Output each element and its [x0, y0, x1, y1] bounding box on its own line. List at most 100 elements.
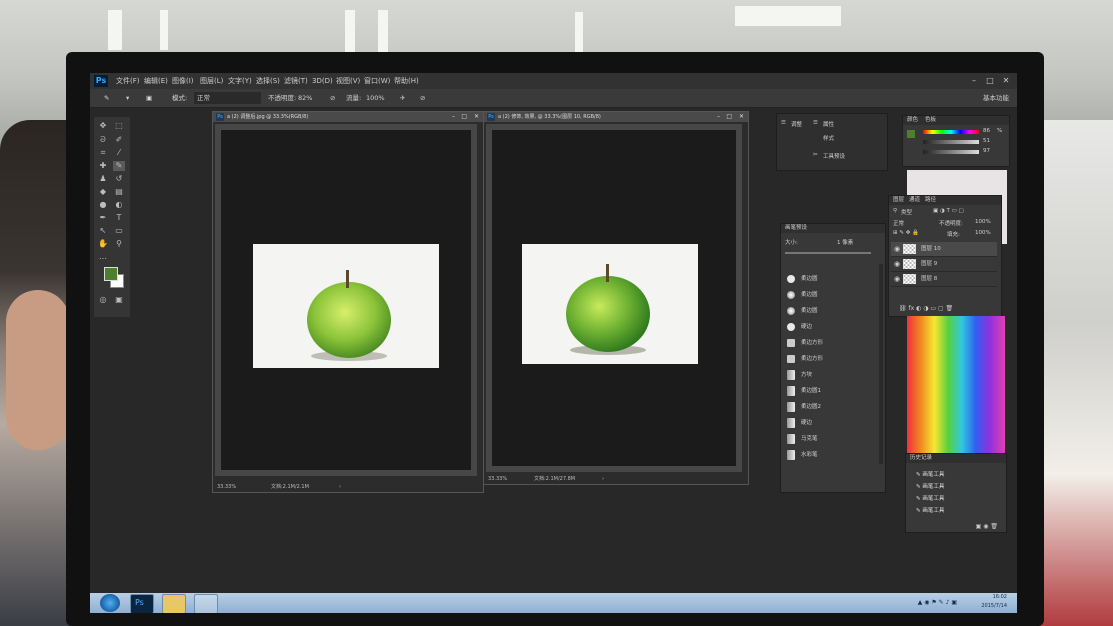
close-icon[interactable]: ✕ [999, 73, 1013, 89]
adjust-icon[interactable]: ☰ [781, 120, 786, 126]
history-state[interactable]: ✎ 画笔工具 [916, 470, 944, 480]
history-brush-tool-icon[interactable]: ↺ [113, 174, 125, 184]
brush-preset-item[interactable]: 硬边 [785, 320, 875, 335]
brush-preset-item[interactable]: 柔边方形 [785, 352, 875, 367]
canvas-area-1[interactable] [215, 124, 477, 476]
document-tab-1[interactable]: Ps a (2) 调整后.jpg @ 33.3%(RGB/8) – □ ✕ [213, 112, 483, 122]
workspace-select[interactable]: 基本功能 [983, 89, 1009, 107]
crop-tool-icon[interactable]: ⌗ [97, 148, 109, 158]
blur-tool-icon[interactable]: ● [97, 200, 109, 210]
tab-color[interactable]: 颜色 [907, 116, 918, 125]
move-tool-icon[interactable]: ✥ [97, 121, 109, 131]
tool-presets-icon[interactable]: ✂ [813, 152, 818, 158]
history-state[interactable]: ✎ 画笔工具 [916, 506, 944, 516]
document-window-1[interactable]: Ps a (2) 调整后.jpg @ 33.3%(RGB/8) – □ ✕ 33… [212, 111, 484, 493]
blend-mode-select[interactable]: 正常 [893, 219, 904, 227]
document-window-2[interactable]: Ps a (2) 修饰, 效果, @ 33.3%(图层 10, RGB/8) –… [483, 111, 749, 485]
color-slider-3[interactable] [923, 150, 979, 154]
properties-icon[interactable]: ☰ [813, 120, 818, 126]
tab-channels[interactable]: 通道 [909, 196, 920, 205]
brush-preset-item[interactable]: 水彩笔 [785, 448, 875, 463]
pressure-opacity-icon[interactable]: ⊘ [330, 89, 335, 107]
photoshop-taskbar-button[interactable]: Ps [130, 594, 154, 613]
brush-size-slider[interactable] [785, 252, 871, 254]
minimize-icon[interactable]: – [967, 73, 981, 89]
doc-close-icon[interactable]: ✕ [739, 112, 744, 122]
screen-mode-icon[interactable]: ▣ [113, 295, 125, 305]
brush-presets-title[interactable]: 画笔预设 [785, 224, 807, 233]
color-value-1[interactable]: 86 [983, 128, 990, 134]
tab-layers[interactable]: 图层 [893, 196, 904, 205]
menu-view[interactable]: 视图(V) [336, 73, 360, 89]
brush-preset-item[interactable]: 方块 [785, 368, 875, 383]
menu-layer[interactable]: 图层(L) [200, 73, 223, 89]
brush-preset-item[interactable]: 柔边圆1 [785, 384, 875, 399]
color-value-2[interactable]: 51 [983, 138, 990, 144]
pen-tool-icon[interactable]: ✒ [97, 213, 109, 223]
brush-preset-item[interactable]: 柔边圆 [785, 288, 875, 303]
menu-window[interactable]: 窗口(W) [364, 73, 390, 89]
layer-filter-icon[interactable]: ⚲ [893, 208, 897, 214]
properties-label[interactable]: 属性 [823, 120, 834, 128]
shape-tool-icon[interactable]: ▭ [113, 226, 125, 236]
styles-label[interactable]: 样式 [823, 134, 834, 142]
stamp-tool-icon[interactable]: ♟ [97, 174, 109, 184]
color-value-3[interactable]: 97 [983, 148, 990, 154]
menu-file[interactable]: 文件(F) [116, 73, 140, 89]
tab-swatches[interactable]: 色板 [925, 116, 936, 125]
menu-filter[interactable]: 滤镜(T) [284, 73, 308, 89]
brush-preset-item[interactable]: 柔边圆 [785, 304, 875, 319]
airbrush-icon[interactable]: ✈ [400, 89, 405, 107]
doc-close-icon[interactable]: ✕ [474, 112, 479, 122]
zoom-level-2[interactable]: 33.33% [488, 475, 507, 484]
layer-row[interactable]: ◉ 图层 8 [891, 272, 997, 287]
status-arrow-icon[interactable]: › [602, 475, 604, 484]
layer-row[interactable]: ◉ 图层 10 [891, 242, 997, 257]
brush-preset-item[interactable]: 马克笔 [785, 432, 875, 447]
system-clock[interactable]: 16:02 2015/7/14 [981, 593, 1007, 613]
tray-icons[interactable]: ▲ ◉ ⚑ ✎ ♪ ▣ [918, 599, 957, 606]
menu-select[interactable]: 选择(S) [256, 73, 280, 89]
start-button[interactable] [100, 594, 120, 612]
quick-select-tool-icon[interactable]: ✐ [113, 135, 125, 145]
mode-select[interactable]: 正常 [194, 92, 261, 104]
layer-kind-select[interactable]: 类型 [901, 208, 912, 216]
eye-icon[interactable]: ◉ [894, 272, 900, 286]
menu-3d[interactable]: 3D(D) [312, 73, 333, 89]
eye-icon[interactable]: ◉ [894, 257, 900, 271]
brush-preset-item[interactable]: 柔边圆 [785, 272, 875, 287]
doc-minimize-icon[interactable]: – [717, 112, 720, 122]
doc-maximize-icon[interactable]: □ [726, 112, 732, 122]
brush-preset-item[interactable]: 柔边方形 [785, 336, 875, 351]
tab-paths[interactable]: 路径 [925, 196, 936, 205]
canvas-area-2[interactable] [486, 124, 742, 472]
explorer-taskbar-button[interactable] [162, 594, 186, 613]
history-state[interactable]: ✎ 画笔工具 [916, 482, 944, 492]
tool-presets-label[interactable]: 工具预设 [823, 152, 845, 160]
brush-preset-item[interactable]: 柔边圆2 [785, 400, 875, 415]
lock-icons[interactable]: ⊞ ✎ ✥ 🔒 [893, 230, 919, 236]
path-select-tool-icon[interactable]: ↖ [97, 226, 109, 236]
color-slider-2[interactable] [923, 140, 979, 144]
flow-value[interactable]: 100% [366, 89, 385, 107]
doc-minimize-icon[interactable]: – [452, 112, 455, 122]
layer-filter-buttons[interactable]: ▣ ◑ T ▭ ▢ [933, 208, 964, 214]
brush-list-scrollbar[interactable] [879, 264, 883, 464]
foreground-color-swatch[interactable] [104, 267, 118, 281]
type-tool-icon[interactable]: T [113, 213, 125, 223]
brush-size-value[interactable]: 1 像素 [837, 238, 853, 246]
quick-mask-icon[interactable]: ◎ [97, 295, 109, 305]
color-fg-swatch[interactable] [907, 130, 915, 138]
menu-image[interactable]: 图像(I) [172, 73, 194, 89]
layer-opacity-value[interactable]: 100% [975, 219, 991, 225]
hand-tool-icon[interactable]: ✋ [97, 239, 109, 249]
brush-tool-icon[interactable]: ✎ [104, 89, 109, 107]
dodge-tool-icon[interactable]: ◐ [113, 200, 125, 210]
layer-footer-icons[interactable]: ⛓ fx ◐ ◑ ▭ ▢ 🗑 [899, 305, 953, 312]
eraser-tool-icon[interactable]: ◆ [97, 187, 109, 197]
healing-tool-icon[interactable]: ✚ [97, 161, 109, 171]
app-taskbar-button[interactable] [194, 594, 218, 613]
brush-thumbnails-row[interactable] [785, 258, 871, 268]
doc-maximize-icon[interactable]: □ [461, 112, 467, 122]
eyedropper-tool-icon[interactable]: ⁄ [113, 148, 125, 158]
